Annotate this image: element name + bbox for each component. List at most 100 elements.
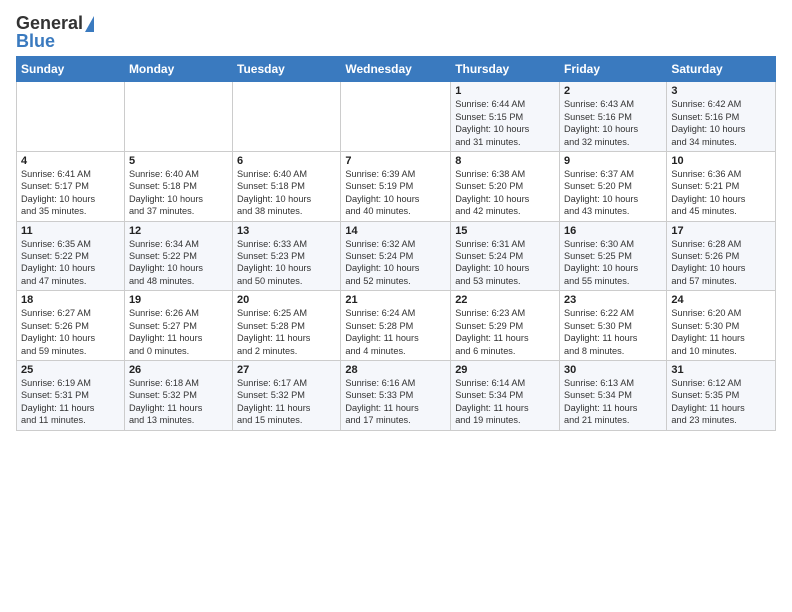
day-content: Sunrise: 6:39 AM Sunset: 5:19 PM Dayligh…: [345, 168, 446, 218]
weekday-header: Monday: [124, 57, 232, 82]
day-content: Sunrise: 6:32 AM Sunset: 5:24 PM Dayligh…: [345, 238, 446, 288]
day-content: Sunrise: 6:25 AM Sunset: 5:28 PM Dayligh…: [237, 307, 336, 357]
calendar-week-row: 1Sunrise: 6:44 AM Sunset: 5:15 PM Daylig…: [17, 82, 776, 152]
day-number: 25: [21, 364, 120, 376]
day-number: 19: [129, 294, 228, 306]
calendar-header-row: SundayMondayTuesdayWednesdayThursdayFrid…: [17, 57, 776, 82]
day-content: Sunrise: 6:22 AM Sunset: 5:30 PM Dayligh…: [564, 307, 662, 357]
day-number: 3: [671, 85, 771, 97]
header: General Blue: [16, 10, 776, 52]
weekday-header: Sunday: [17, 57, 125, 82]
calendar-cell: 27Sunrise: 6:17 AM Sunset: 5:32 PM Dayli…: [233, 361, 341, 431]
calendar-table: SundayMondayTuesdayWednesdayThursdayFrid…: [16, 56, 776, 430]
day-content: Sunrise: 6:31 AM Sunset: 5:24 PM Dayligh…: [455, 238, 555, 288]
calendar-cell: 14Sunrise: 6:32 AM Sunset: 5:24 PM Dayli…: [341, 221, 451, 291]
calendar-week-row: 4Sunrise: 6:41 AM Sunset: 5:17 PM Daylig…: [17, 151, 776, 221]
day-content: Sunrise: 6:12 AM Sunset: 5:35 PM Dayligh…: [671, 377, 771, 427]
day-number: 2: [564, 85, 662, 97]
calendar-cell: 21Sunrise: 6:24 AM Sunset: 5:28 PM Dayli…: [341, 291, 451, 361]
page: General Blue SundayMondayTuesdayWednesda…: [0, 0, 792, 612]
day-content: Sunrise: 6:36 AM Sunset: 5:21 PM Dayligh…: [671, 168, 771, 218]
day-number: 22: [455, 294, 555, 306]
calendar-cell: 28Sunrise: 6:16 AM Sunset: 5:33 PM Dayli…: [341, 361, 451, 431]
calendar-cell: 13Sunrise: 6:33 AM Sunset: 5:23 PM Dayli…: [233, 221, 341, 291]
day-number: 4: [21, 155, 120, 167]
calendar-cell: 3Sunrise: 6:42 AM Sunset: 5:16 PM Daylig…: [667, 82, 776, 152]
weekday-header: Wednesday: [341, 57, 451, 82]
calendar-cell: 2Sunrise: 6:43 AM Sunset: 5:16 PM Daylig…: [560, 82, 667, 152]
calendar-cell: 1Sunrise: 6:44 AM Sunset: 5:15 PM Daylig…: [451, 82, 560, 152]
day-content: Sunrise: 6:44 AM Sunset: 5:15 PM Dayligh…: [455, 98, 555, 148]
day-number: 18: [21, 294, 120, 306]
calendar-cell: 6Sunrise: 6:40 AM Sunset: 5:18 PM Daylig…: [233, 151, 341, 221]
day-content: Sunrise: 6:30 AM Sunset: 5:25 PM Dayligh…: [564, 238, 662, 288]
day-number: 17: [671, 225, 771, 237]
calendar-cell: 26Sunrise: 6:18 AM Sunset: 5:32 PM Dayli…: [124, 361, 232, 431]
day-number: 8: [455, 155, 555, 167]
calendar-cell: 4Sunrise: 6:41 AM Sunset: 5:17 PM Daylig…: [17, 151, 125, 221]
day-content: Sunrise: 6:35 AM Sunset: 5:22 PM Dayligh…: [21, 238, 120, 288]
calendar-cell: 30Sunrise: 6:13 AM Sunset: 5:34 PM Dayli…: [560, 361, 667, 431]
day-content: Sunrise: 6:19 AM Sunset: 5:31 PM Dayligh…: [21, 377, 120, 427]
day-number: 24: [671, 294, 771, 306]
day-number: 9: [564, 155, 662, 167]
calendar-cell: 29Sunrise: 6:14 AM Sunset: 5:34 PM Dayli…: [451, 361, 560, 431]
calendar-week-row: 11Sunrise: 6:35 AM Sunset: 5:22 PM Dayli…: [17, 221, 776, 291]
calendar-cell: 19Sunrise: 6:26 AM Sunset: 5:27 PM Dayli…: [124, 291, 232, 361]
calendar-cell: 25Sunrise: 6:19 AM Sunset: 5:31 PM Dayli…: [17, 361, 125, 431]
calendar-cell: [233, 82, 341, 152]
day-content: Sunrise: 6:24 AM Sunset: 5:28 PM Dayligh…: [345, 307, 446, 357]
day-number: 29: [455, 364, 555, 376]
day-number: 27: [237, 364, 336, 376]
day-content: Sunrise: 6:43 AM Sunset: 5:16 PM Dayligh…: [564, 98, 662, 148]
day-number: 11: [21, 225, 120, 237]
day-content: Sunrise: 6:26 AM Sunset: 5:27 PM Dayligh…: [129, 307, 228, 357]
day-number: 28: [345, 364, 446, 376]
calendar-cell: 11Sunrise: 6:35 AM Sunset: 5:22 PM Dayli…: [17, 221, 125, 291]
day-number: 16: [564, 225, 662, 237]
day-number: 5: [129, 155, 228, 167]
day-number: 23: [564, 294, 662, 306]
weekday-header: Saturday: [667, 57, 776, 82]
weekday-header: Tuesday: [233, 57, 341, 82]
day-number: 7: [345, 155, 446, 167]
weekday-header: Thursday: [451, 57, 560, 82]
day-content: Sunrise: 6:40 AM Sunset: 5:18 PM Dayligh…: [237, 168, 336, 218]
day-content: Sunrise: 6:14 AM Sunset: 5:34 PM Dayligh…: [455, 377, 555, 427]
day-number: 20: [237, 294, 336, 306]
logo-text: General: [16, 14, 94, 32]
day-content: Sunrise: 6:33 AM Sunset: 5:23 PM Dayligh…: [237, 238, 336, 288]
calendar-cell: [124, 82, 232, 152]
weekday-header: Friday: [560, 57, 667, 82]
logo: General Blue: [16, 14, 94, 52]
calendar-cell: [17, 82, 125, 152]
day-number: 1: [455, 85, 555, 97]
day-number: 15: [455, 225, 555, 237]
logo-blue: Blue: [16, 31, 55, 51]
day-content: Sunrise: 6:18 AM Sunset: 5:32 PM Dayligh…: [129, 377, 228, 427]
day-content: Sunrise: 6:13 AM Sunset: 5:34 PM Dayligh…: [564, 377, 662, 427]
calendar-cell: 10Sunrise: 6:36 AM Sunset: 5:21 PM Dayli…: [667, 151, 776, 221]
day-number: 13: [237, 225, 336, 237]
calendar-week-row: 18Sunrise: 6:27 AM Sunset: 5:26 PM Dayli…: [17, 291, 776, 361]
calendar-cell: 24Sunrise: 6:20 AM Sunset: 5:30 PM Dayli…: [667, 291, 776, 361]
day-content: Sunrise: 6:20 AM Sunset: 5:30 PM Dayligh…: [671, 307, 771, 357]
day-content: Sunrise: 6:34 AM Sunset: 5:22 PM Dayligh…: [129, 238, 228, 288]
day-content: Sunrise: 6:40 AM Sunset: 5:18 PM Dayligh…: [129, 168, 228, 218]
day-number: 30: [564, 364, 662, 376]
day-content: Sunrise: 6:41 AM Sunset: 5:17 PM Dayligh…: [21, 168, 120, 218]
calendar-cell: 7Sunrise: 6:39 AM Sunset: 5:19 PM Daylig…: [341, 151, 451, 221]
calendar-week-row: 25Sunrise: 6:19 AM Sunset: 5:31 PM Dayli…: [17, 361, 776, 431]
day-number: 26: [129, 364, 228, 376]
calendar-cell: 15Sunrise: 6:31 AM Sunset: 5:24 PM Dayli…: [451, 221, 560, 291]
day-number: 12: [129, 225, 228, 237]
day-number: 31: [671, 364, 771, 376]
calendar-cell: 18Sunrise: 6:27 AM Sunset: 5:26 PM Dayli…: [17, 291, 125, 361]
calendar-cell: 8Sunrise: 6:38 AM Sunset: 5:20 PM Daylig…: [451, 151, 560, 221]
calendar-cell: 17Sunrise: 6:28 AM Sunset: 5:26 PM Dayli…: [667, 221, 776, 291]
calendar-cell: 31Sunrise: 6:12 AM Sunset: 5:35 PM Dayli…: [667, 361, 776, 431]
calendar-cell: 22Sunrise: 6:23 AM Sunset: 5:29 PM Dayli…: [451, 291, 560, 361]
day-content: Sunrise: 6:23 AM Sunset: 5:29 PM Dayligh…: [455, 307, 555, 357]
calendar-cell: 23Sunrise: 6:22 AM Sunset: 5:30 PM Dayli…: [560, 291, 667, 361]
day-number: 10: [671, 155, 771, 167]
